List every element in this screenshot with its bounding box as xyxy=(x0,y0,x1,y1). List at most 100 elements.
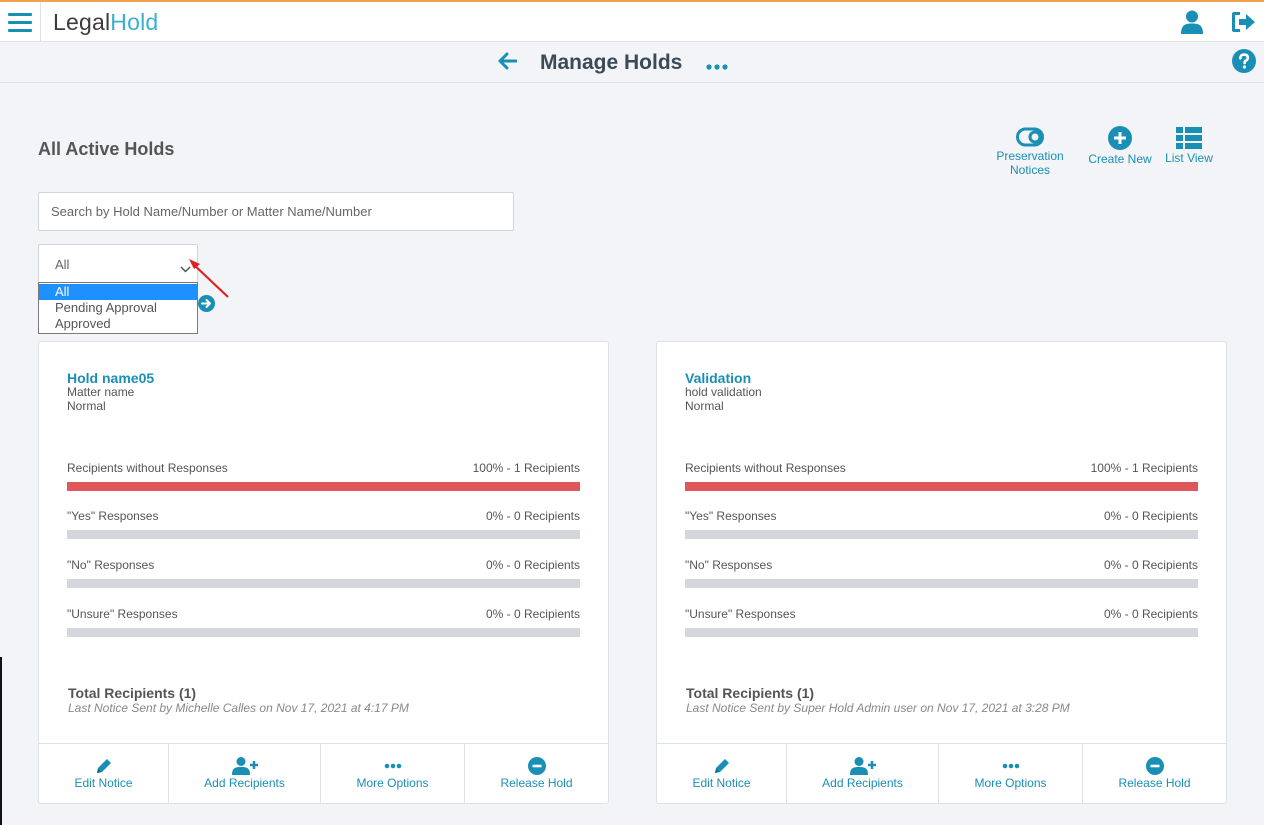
back-arrow-icon[interactable] xyxy=(497,51,518,76)
stat-value: 0% - 0 Recipients xyxy=(1103,558,1198,572)
app-logo[interactable]: LegalHold xyxy=(53,9,158,36)
section-title: All Active Holds xyxy=(38,139,175,159)
hold-priority: Normal xyxy=(67,399,106,413)
more-options-icon[interactable] xyxy=(706,57,728,75)
status-filter-dropdown: All Pending Approval Approved xyxy=(38,282,198,334)
add-recipients-button[interactable]: Add Recipients xyxy=(169,744,321,804)
create-new-label: Create New xyxy=(1088,152,1152,166)
progress-bar xyxy=(685,628,1198,637)
progress-fill xyxy=(67,482,580,491)
card-actions: Edit Notice Add Recipients More Options … xyxy=(39,743,608,804)
more-options-label: More Options xyxy=(974,776,1047,790)
stat-label: Recipients without Responses xyxy=(685,461,846,475)
stat-value: 0% - 0 Recipients xyxy=(485,607,580,621)
search-input[interactable] xyxy=(38,192,514,231)
stat-yes-responses: "Yes" Responses 0% - 0 Recipients xyxy=(685,509,1198,539)
progress-bar xyxy=(67,579,580,588)
toggle-icon xyxy=(1016,127,1044,147)
release-hold-button[interactable]: Release Hold xyxy=(1083,744,1226,804)
edit-notice-button[interactable]: Edit Notice xyxy=(657,744,787,804)
more-options-button[interactable]: More Options xyxy=(939,744,1083,804)
logo-text-hold: Hold xyxy=(110,9,159,35)
logout-icon[interactable] xyxy=(1231,10,1257,39)
logo-text-legal: Legal xyxy=(53,9,111,35)
stat-label: "Yes" Responses xyxy=(67,509,159,523)
add-recipients-button[interactable]: Add Recipients xyxy=(787,744,939,804)
pencil-icon xyxy=(96,759,111,773)
release-hold-button[interactable]: Release Hold xyxy=(465,744,608,804)
preservation-notices-label-1: Preservation xyxy=(996,149,1064,163)
stat-value: 0% - 0 Recipients xyxy=(485,558,580,572)
list-view-label: List View xyxy=(1165,151,1213,165)
progress-bar xyxy=(67,482,580,491)
stat-label: "No" Responses xyxy=(685,558,773,572)
create-new-button[interactable]: Create New xyxy=(1083,126,1157,166)
dropdown-option-pending-approval[interactable]: Pending Approval xyxy=(39,300,197,316)
user-icon[interactable] xyxy=(1181,10,1203,39)
help-icon[interactable] xyxy=(1232,49,1256,78)
stat-value: 0% - 0 Recipients xyxy=(1103,607,1198,621)
stat-no-response: Recipients without Responses 100% - 1 Rec… xyxy=(67,461,580,491)
status-filter-select[interactable]: All xyxy=(38,244,198,284)
annotation-arrow-icon xyxy=(186,255,232,306)
last-notice-sent: Last Notice Sent by Michelle Calles on N… xyxy=(68,701,409,715)
stat-label: "Unsure" Responses xyxy=(67,607,178,621)
menu-icon[interactable] xyxy=(0,2,41,42)
stat-label: "Yes" Responses xyxy=(685,509,777,523)
add-user-icon xyxy=(231,757,258,775)
list-view-button[interactable]: List View xyxy=(1160,127,1218,165)
minus-circle-icon xyxy=(527,757,546,775)
stat-no-responses: "No" Responses 0% - 0 Recipients xyxy=(685,558,1198,588)
minus-circle-icon xyxy=(1145,757,1164,775)
stat-label: "No" Responses xyxy=(67,558,155,572)
top-bar: LegalHold xyxy=(0,0,1264,42)
plus-circle-icon xyxy=(1108,126,1132,150)
ellipsis-icon xyxy=(1002,763,1019,769)
stat-label: "Unsure" Responses xyxy=(685,607,796,621)
stat-no-responses: "No" Responses 0% - 0 Recipients xyxy=(67,558,580,588)
dropdown-option-approved[interactable]: Approved xyxy=(39,316,197,332)
add-user-icon xyxy=(849,757,876,775)
release-hold-label: Release Hold xyxy=(500,776,573,790)
stat-value: 0% - 0 Recipients xyxy=(485,509,580,523)
progress-bar xyxy=(685,579,1198,588)
page-header: Manage Holds xyxy=(0,42,1264,83)
preservation-notices-button[interactable]: Preservation Notices xyxy=(990,127,1070,177)
matter-name: hold validation xyxy=(685,385,762,399)
list-view-icon xyxy=(1176,127,1202,149)
last-notice-sent: Last Notice Sent by Super Hold Admin use… xyxy=(686,701,1070,715)
stat-label: Recipients without Responses xyxy=(67,461,228,475)
status-filter-value: All xyxy=(55,257,70,272)
progress-bar xyxy=(685,482,1198,491)
stat-yes-responses: "Yes" Responses 0% - 0 Recipients xyxy=(67,509,580,539)
more-options-button[interactable]: More Options xyxy=(321,744,465,804)
matter-name: Matter name xyxy=(67,385,135,399)
pencil-icon xyxy=(714,759,729,773)
add-recipients-label: Add Recipients xyxy=(822,776,903,790)
edit-notice-button[interactable]: Edit Notice xyxy=(39,744,169,804)
stat-unsure-responses: "Unsure" Responses 0% - 0 Recipients xyxy=(685,607,1198,637)
progress-fill xyxy=(685,482,1198,491)
stat-value: 100% - 1 Recipients xyxy=(472,461,580,475)
progress-bar xyxy=(67,628,580,637)
stat-unsure-responses: "Unsure" Responses 0% - 0 Recipients xyxy=(67,607,580,637)
hold-name-link[interactable]: Hold name05 xyxy=(67,370,154,386)
card-actions: Edit Notice Add Recipients More Options … xyxy=(657,743,1226,804)
hold-card: Hold name05 Matter name Normal Recipient… xyxy=(38,341,609,804)
add-recipients-label: Add Recipients xyxy=(204,776,285,790)
ellipsis-icon xyxy=(384,763,401,769)
more-options-label: More Options xyxy=(356,776,429,790)
progress-bar xyxy=(67,530,580,539)
stat-value: 0% - 0 Recipients xyxy=(1103,509,1198,523)
window-edge xyxy=(0,657,2,825)
hold-name-link[interactable]: Validation xyxy=(685,370,751,386)
total-recipients: Total Recipients (1) xyxy=(68,685,197,701)
release-hold-label: Release Hold xyxy=(1118,776,1191,790)
stat-no-response: Recipients without Responses 100% - 1 Rec… xyxy=(685,461,1198,491)
page-title: Manage Holds xyxy=(540,51,683,74)
stat-value: 100% - 1 Recipients xyxy=(1090,461,1198,475)
hold-priority: Normal xyxy=(685,399,724,413)
edit-notice-label: Edit Notice xyxy=(692,776,751,790)
hold-card: Validation hold validation Normal Recipi… xyxy=(656,341,1227,804)
dropdown-option-all[interactable]: All xyxy=(39,284,197,300)
